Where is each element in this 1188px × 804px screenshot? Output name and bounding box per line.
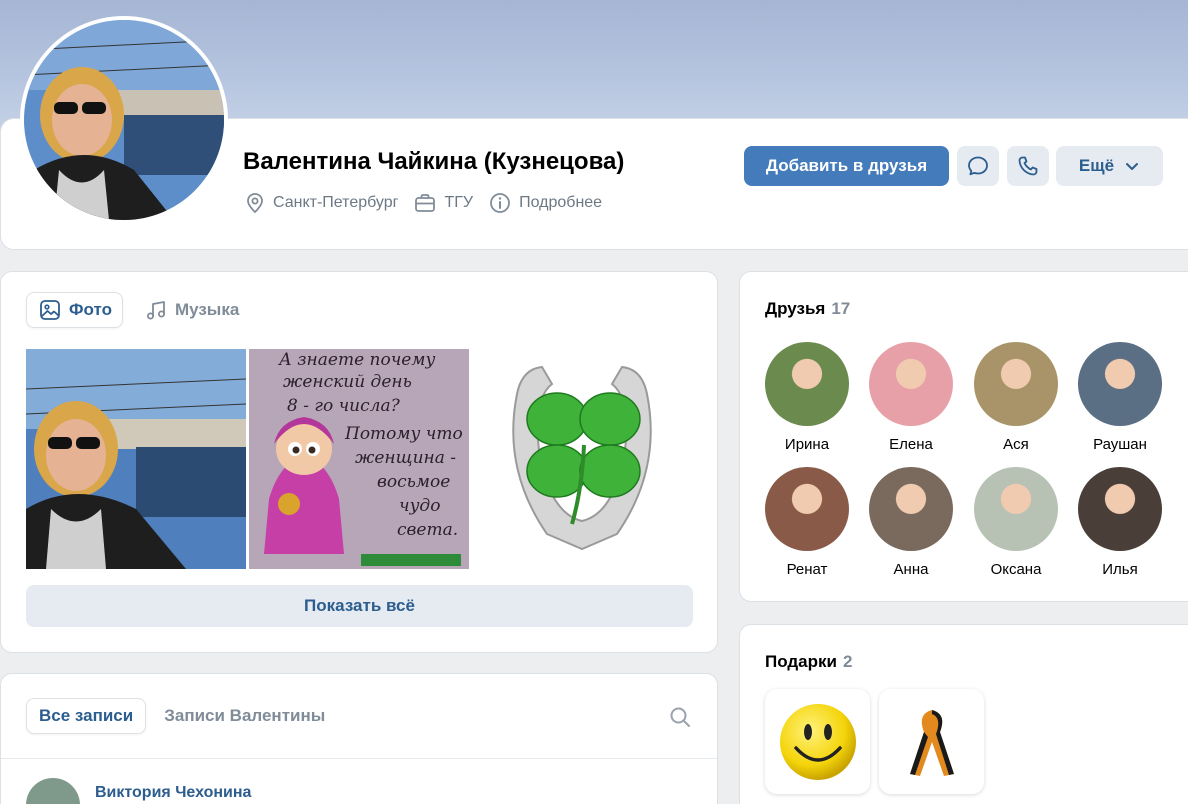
post-more-icon[interactable]: •••	[665, 798, 687, 804]
friend-item[interactable]: Ася	[964, 342, 1068, 453]
friend-item[interactable]: Илья	[1068, 467, 1172, 578]
photo2-line-1: А знаете почему	[278, 350, 435, 370]
friend-name: Анна	[893, 561, 929, 578]
profile-university[interactable]: ТГУ	[414, 193, 473, 213]
friend-name: Раушан	[1093, 436, 1147, 453]
photo-icon	[40, 300, 60, 320]
post-author-avatar[interactable]	[26, 778, 80, 804]
photo2-line-7: чудо	[399, 496, 440, 516]
gifts-title-label: Подарки	[765, 652, 837, 671]
profile-meta: Санкт-Петербург ТГУ Подробнее	[245, 192, 618, 214]
friends-count: 17	[831, 299, 851, 318]
profile-name: Валентина Чайкина (Кузнецова)	[243, 148, 625, 175]
photo2-line-4: Потому что	[344, 424, 463, 444]
search-icon	[670, 707, 690, 727]
friend-name: Илья	[1102, 561, 1138, 578]
profile-details-label: Подробнее	[519, 194, 603, 211]
wall-card: Все записи Записи Валентины Виктория Чех…	[0, 673, 718, 804]
ribbon-icon	[909, 709, 954, 776]
tab-photos[interactable]: Фото	[26, 292, 123, 328]
friend-name: Ирина	[784, 436, 830, 453]
friend-item[interactable]: Раушан	[1068, 342, 1172, 453]
message-icon	[968, 156, 988, 176]
tab-music[interactable]: Музыка	[133, 292, 249, 328]
media-card: Фото Музыка А знаете почему женский день…	[0, 271, 718, 653]
friend-avatar	[974, 467, 1058, 551]
photo-thumbnail-1[interactable]	[26, 349, 246, 569]
music-icon	[146, 301, 165, 320]
profile-city-label: Санкт-Петербург	[273, 194, 399, 211]
more-menu-button[interactable]: Ещё	[1056, 146, 1163, 186]
friend-name: Елена	[889, 436, 933, 453]
friend-name: Оксана	[990, 561, 1042, 578]
smiley-icon	[779, 703, 856, 780]
post-author-name[interactable]: Виктория Чехонина	[95, 784, 251, 802]
gifts-title[interactable]: Подарки 2	[765, 652, 852, 672]
wall-search-button[interactable]	[669, 706, 691, 733]
wall-tabs: Все записи Записи Валентины	[26, 698, 343, 734]
call-button[interactable]	[1007, 146, 1049, 186]
info-icon	[490, 193, 510, 213]
photo-thumbnail-3[interactable]	[472, 349, 692, 569]
friend-avatar	[869, 467, 953, 551]
friends-title[interactable]: Друзья 17	[765, 299, 850, 319]
friend-avatar	[765, 342, 849, 426]
photo2-line-3: 8 - го числа?	[287, 396, 401, 416]
friend-avatar	[765, 467, 849, 551]
tab-music-label: Музыка	[174, 300, 240, 319]
friends-title-label: Друзья	[765, 299, 826, 318]
photo2-line-8: света.	[397, 520, 458, 540]
media-tabs: Фото Музыка	[26, 292, 259, 328]
tab-all-posts[interactable]: Все записи	[26, 698, 147, 734]
phone-icon	[1018, 156, 1038, 176]
gift-item-1[interactable]	[765, 689, 870, 794]
profile-university-label: ТГУ	[444, 194, 474, 211]
friend-avatar	[974, 342, 1058, 426]
profile-details-link[interactable]: Подробнее	[489, 192, 602, 214]
friend-name: Ренат	[786, 561, 828, 578]
location-pin-icon	[247, 193, 263, 214]
photo2-line-6: восьмое	[377, 472, 450, 492]
briefcase-icon	[415, 194, 436, 212]
friend-item[interactable]: Ренат	[755, 467, 859, 578]
add-friend-button[interactable]: Добавить в друзья	[744, 146, 949, 186]
friend-item[interactable]: Ирина	[755, 342, 859, 453]
chevron-down-icon	[1126, 163, 1139, 170]
friend-avatar	[1078, 467, 1162, 551]
profile-city[interactable]: Санкт-Петербург	[245, 192, 398, 214]
friend-item[interactable]: Оксана	[964, 467, 1068, 578]
tab-photos-label: Фото	[69, 300, 112, 319]
wall-divider	[1, 758, 717, 759]
friend-avatar	[1078, 342, 1162, 426]
tab-owner-posts[interactable]: Записи Валентины	[152, 698, 337, 734]
gifts-card: Подарки 2	[739, 624, 1188, 804]
profile-avatar[interactable]	[20, 16, 228, 224]
message-button[interactable]	[957, 146, 999, 186]
photo2-line-2: женский день	[283, 372, 412, 392]
friend-name: Ася	[1003, 436, 1029, 453]
friend-item[interactable]: Анна	[859, 467, 963, 578]
friend-item[interactable]: Елена	[859, 342, 963, 453]
more-menu-label: Ещё	[1078, 156, 1115, 175]
gifts-count: 2	[842, 652, 853, 671]
show-all-button[interactable]: Показать всё	[26, 585, 693, 627]
friend-avatar	[869, 342, 953, 426]
avatar-photo	[24, 20, 224, 220]
photo-thumbnail-2[interactable]: А знаете почему женский день 8 - го числ…	[249, 349, 469, 569]
gift-item-2[interactable]	[879, 689, 984, 794]
friends-card: Друзья 17 Ирина Елена Ася Раушан Ренат Анна Окс…	[739, 271, 1188, 602]
photo2-line-5: женщина -	[355, 448, 456, 468]
